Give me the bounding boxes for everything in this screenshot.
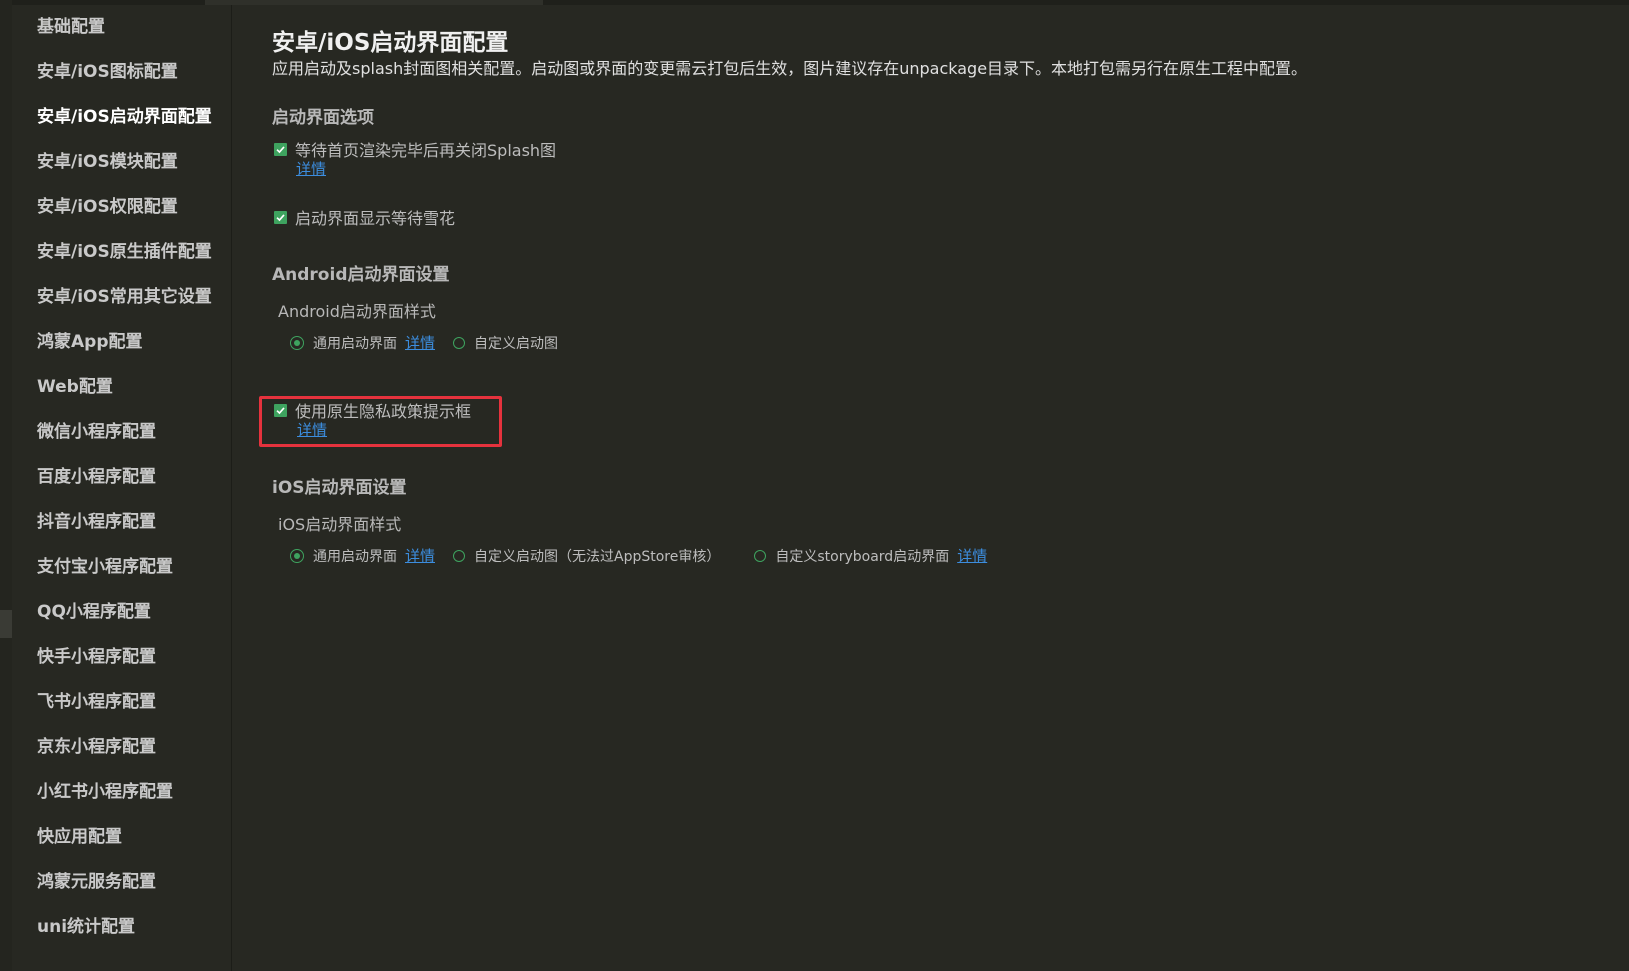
ios-style-radio-group: 通用启动界面 详情 自定义启动图（无法过AppStore审核） 自定义story… [290, 545, 987, 566]
sidebar-item-harmony-app[interactable]: 鸿蒙App配置 [12, 320, 231, 365]
check-icon [276, 213, 285, 221]
android-option-generic-label: 通用启动界面 [313, 335, 397, 352]
sidebar-item-baidu[interactable]: 百度小程序配置 [12, 455, 231, 500]
android-generic-detail-link[interactable]: 详情 [405, 332, 435, 353]
sidebar-item-web[interactable]: Web配置 [12, 365, 231, 410]
settings-sidebar: 基础配置 安卓/iOS图标配置 安卓/iOS启动界面配置 安卓/iOS模块配置 … [12, 5, 232, 971]
ios-option-storyboard-label: 自定义storyboard启动界面 [775, 548, 950, 565]
ios-splash-heading: iOS启动界面设置 [272, 478, 407, 498]
left-gutter [0, 0, 12, 971]
android-style-label: Android启动界面样式 [278, 302, 436, 321]
sidebar-item-harmony-atomic[interactable]: 鸿蒙元服务配置 [12, 860, 231, 905]
sidebar-item-qq[interactable]: QQ小程序配置 [12, 590, 231, 635]
ios-storyboard-detail-link[interactable]: 详情 [957, 545, 987, 566]
gutter-marker [0, 610, 12, 638]
android-option-custom-label: 自定义启动图 [474, 335, 559, 352]
android-radio-custom-image[interactable] [453, 336, 466, 349]
radio-dot-icon [294, 552, 300, 559]
android-radio-generic[interactable] [290, 335, 304, 350]
radio-dot-icon [294, 339, 300, 346]
wait-render-checkbox[interactable] [274, 142, 287, 156]
ios-option-generic-label: 通用启动界面 [313, 548, 397, 565]
sidebar-item-modules[interactable]: 安卓/iOS模块配置 [12, 140, 231, 185]
check-icon [276, 145, 285, 153]
splash-options-heading: 启动界面选项 [272, 108, 374, 128]
sidebar-item-jd[interactable]: 京东小程序配置 [12, 725, 231, 770]
sidebar-item-uni-stat[interactable]: uni统计配置 [12, 905, 231, 950]
sidebar-item-xiaohongshu[interactable]: 小红书小程序配置 [12, 770, 231, 815]
sidebar-item-feishu[interactable]: 飞书小程序配置 [12, 680, 231, 725]
highlight-annotation-box [259, 396, 502, 447]
sidebar-item-other-settings[interactable]: 安卓/iOS常用其它设置 [12, 275, 231, 320]
ios-radio-storyboard[interactable] [754, 549, 767, 562]
sidebar-item-app-icons[interactable]: 安卓/iOS图标配置 [12, 50, 231, 95]
ios-option-custom-image-label: 自定义启动图（无法过AppStore审核） [474, 548, 721, 565]
sidebar-item-quickapp[interactable]: 快应用配置 [12, 815, 231, 860]
sidebar-item-douyin[interactable]: 抖音小程序配置 [12, 500, 231, 545]
wait-render-detail-link[interactable]: 详情 [296, 158, 326, 179]
sidebar-item-splash[interactable]: 安卓/iOS启动界面配置 [12, 95, 231, 140]
sidebar-item-basic[interactable]: 基础配置 [12, 5, 231, 50]
ios-radio-custom-image[interactable] [453, 549, 466, 562]
config-panel: 安卓/iOS启动界面配置 应用启动及splash封面图相关配置。启动图或界面的变… [259, 5, 1612, 965]
sidebar-item-weixin[interactable]: 微信小程序配置 [12, 410, 231, 455]
sidebar-item-permissions[interactable]: 安卓/iOS权限配置 [12, 185, 231, 230]
android-style-radio-group: 通用启动界面 详情 自定义启动图 [290, 332, 558, 353]
ios-radio-generic[interactable] [290, 548, 304, 563]
sidebar-item-alipay[interactable]: 支付宝小程序配置 [12, 545, 231, 590]
page-title: 安卓/iOS启动界面配置 [272, 30, 509, 56]
show-spinner-label: 启动界面显示等待雪花 [295, 209, 456, 228]
show-spinner-option: 启动界面显示等待雪花 [274, 205, 455, 229]
ios-style-label: iOS启动界面样式 [278, 515, 402, 534]
page-description: 应用启动及splash封面图相关配置。启动图或界面的变更需云打包后生效，图片建议… [272, 59, 1308, 78]
wait-render-label: 等待首页渲染完毕后再关闭Splash图 [295, 141, 557, 160]
ios-generic-detail-link[interactable]: 详情 [405, 545, 435, 566]
sidebar-item-kuaishou[interactable]: 快手小程序配置 [12, 635, 231, 680]
show-spinner-checkbox[interactable] [274, 210, 287, 224]
sidebar-item-native-plugins[interactable]: 安卓/iOS原生插件配置 [12, 230, 231, 275]
android-splash-heading: Android启动界面设置 [272, 265, 450, 285]
